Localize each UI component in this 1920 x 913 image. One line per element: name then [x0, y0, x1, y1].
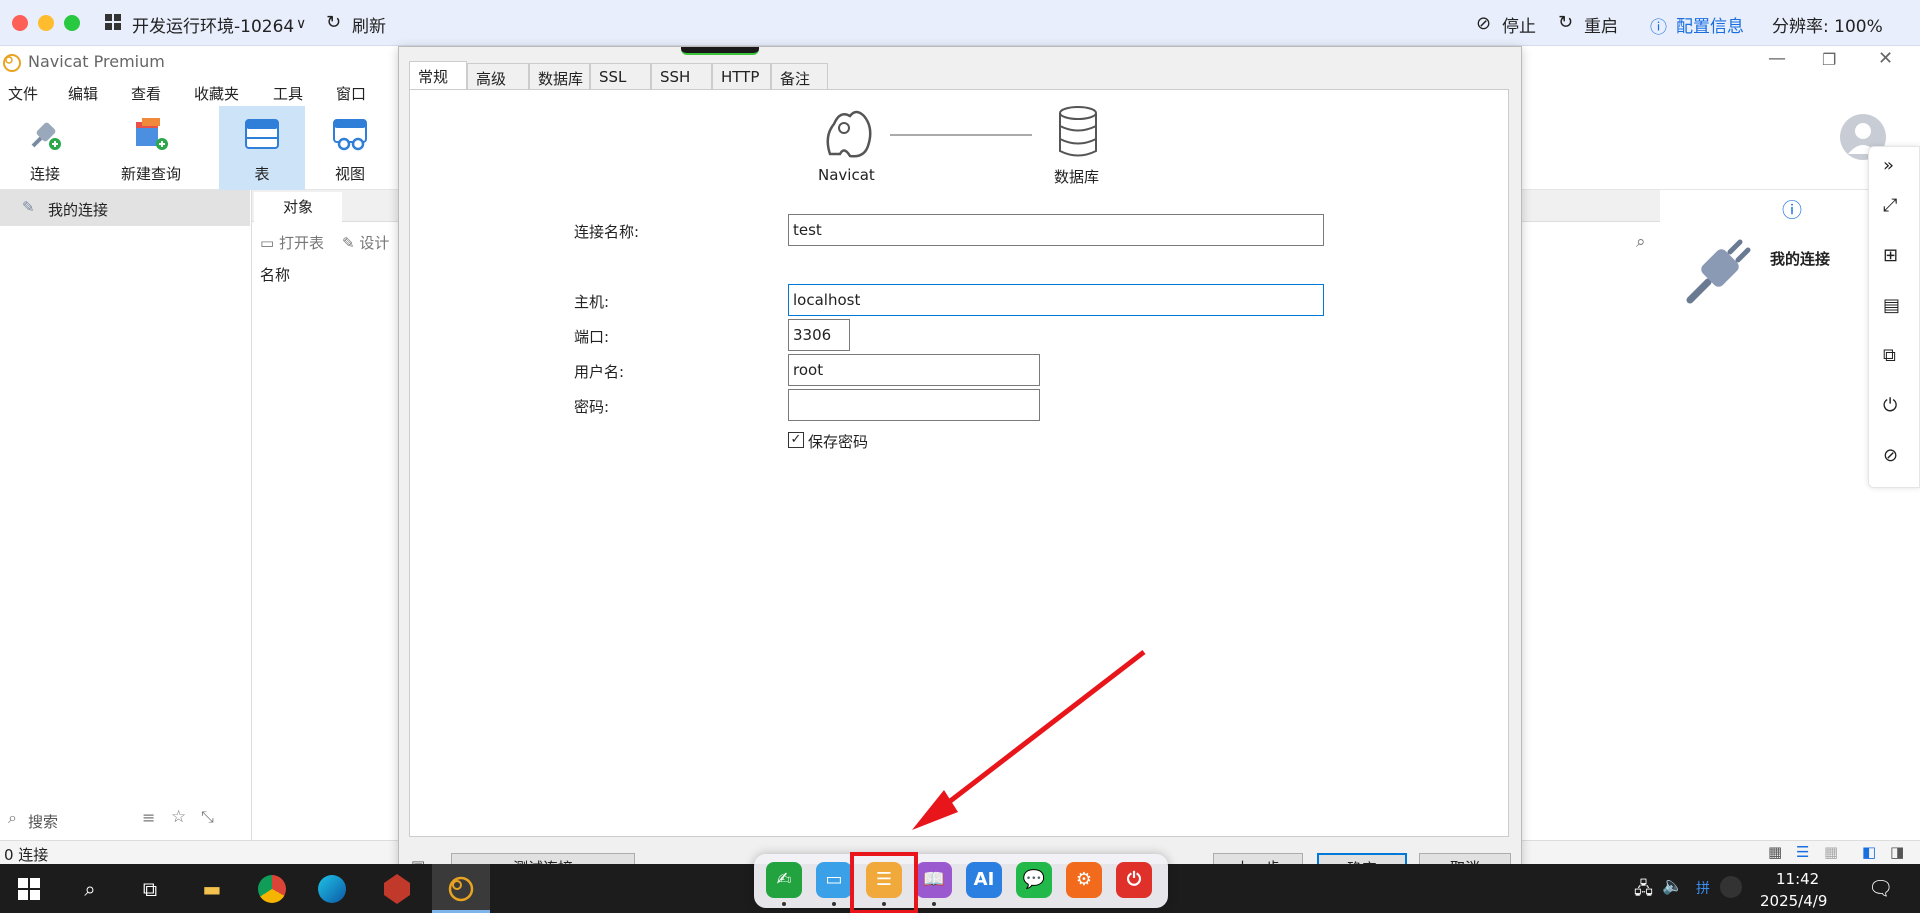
- settings-gear-icon[interactable]: ⚙: [1066, 862, 1102, 898]
- running-indicator: [782, 902, 786, 906]
- navicat-logo-icon: [448, 876, 474, 902]
- running-indicator: [832, 902, 836, 906]
- tray-app-icon[interactable]: [1720, 876, 1742, 898]
- notification-icon[interactable]: 🗨: [1868, 876, 1893, 900]
- chrome-icon[interactable]: [258, 875, 286, 903]
- task-view-icon[interactable]: ⧉: [132, 871, 168, 907]
- running-indicator: [932, 902, 936, 906]
- power-app-icon[interactable]: ⏻: [1116, 862, 1152, 898]
- ai-app-icon[interactable]: AI: [966, 862, 1002, 898]
- start-icon[interactable]: [18, 878, 40, 904]
- app-dock: ✍ ▭ ☰ 📖 AI 💬 ⚙ ⏻: [754, 852, 1168, 913]
- search-icon[interactable]: ⌕: [72, 871, 108, 907]
- signature-app-icon[interactable]: ✍: [766, 862, 802, 898]
- annotation-arrow: [912, 650, 1146, 830]
- ime-icon[interactable]: 拼: [1696, 878, 1710, 898]
- volume-icon[interactable]: 🔈: [1662, 876, 1683, 896]
- remote-desktop-icon[interactable]: ▭: [816, 862, 852, 898]
- clock-date: 2025/4/9: [1760, 892, 1828, 910]
- book-app-icon[interactable]: 📖: [916, 862, 952, 898]
- app-icon[interactable]: [384, 874, 410, 904]
- highlight-box: [850, 852, 918, 913]
- file-explorer-icon[interactable]: ▬: [194, 871, 230, 907]
- network-icon[interactable]: 🖧: [1634, 876, 1653, 905]
- clock-time: 11:42: [1776, 870, 1820, 888]
- navicat-taskbar-button[interactable]: [432, 864, 490, 913]
- chat-app-icon[interactable]: 💬: [1016, 862, 1052, 898]
- edge-icon[interactable]: [318, 875, 346, 903]
